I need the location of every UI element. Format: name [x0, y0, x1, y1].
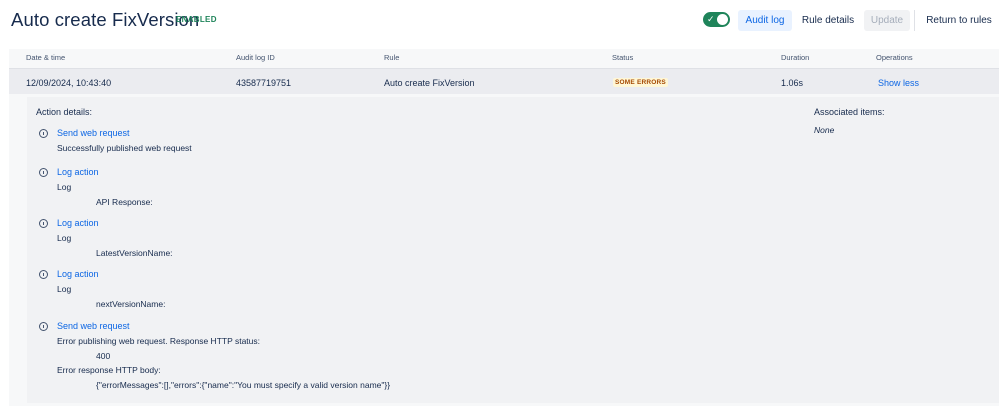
entry-line: API Response: [96, 197, 153, 207]
info-icon [39, 129, 48, 138]
row-date: 12/09/2024, 10:43:40 [26, 78, 112, 88]
toggle-knob [717, 14, 728, 25]
entry-line: 400 [96, 351, 111, 361]
entry-line: Log [57, 284, 72, 294]
column-header-operations: Operations [876, 53, 913, 62]
info-icon [39, 219, 48, 228]
table-row[interactable]: 12/09/2024, 10:43:40 43587719751 Auto cr… [9, 68, 999, 94]
entry-title[interactable]: Log action [57, 167, 99, 177]
entry-title[interactable]: Send web request [57, 128, 130, 138]
check-icon: ✓ [707, 14, 715, 24]
column-header-rule: Rule [384, 53, 400, 62]
rule-details-button[interactable]: Rule details [797, 10, 859, 31]
entry-title[interactable]: Send web request [57, 321, 130, 331]
entry-line: nextVersionName: [96, 299, 166, 309]
row-audit-id: 43587719751 [236, 78, 292, 88]
enabled-badge: ENABLED [176, 15, 217, 24]
column-header-date: Date & time [26, 53, 66, 62]
show-less-link[interactable]: Show less [878, 78, 919, 88]
action-details-panel: Action details: Associated items: None S… [27, 97, 999, 403]
entry-line: Error response HTTP body: [57, 365, 161, 375]
associated-items-value: None [814, 125, 835, 135]
entry-line: Successfully published web request [57, 143, 192, 153]
entry-line: {"errorMessages":[],"errors":{"name":"Yo… [96, 380, 391, 390]
info-icon [39, 168, 48, 177]
info-icon [39, 322, 48, 331]
entry-line: LatestVersionName: [96, 248, 173, 258]
update-button[interactable]: Update [864, 10, 910, 31]
entry-title[interactable]: Log action [57, 218, 99, 228]
return-to-rules-button[interactable]: Return to rules [921, 10, 997, 31]
page-header: Auto create FixVersion ENABLED ✓ Audit l… [0, 0, 999, 44]
row-rule: Auto create FixVersion [384, 78, 475, 88]
row-duration: 1.06s [781, 78, 804, 88]
column-header-status: Status [612, 53, 634, 62]
header-divider [914, 10, 915, 31]
audit-log-button[interactable]: Audit log [738, 10, 792, 31]
entry-line: Error publishing web request. Response H… [57, 336, 260, 346]
associated-items-label: Associated items: [814, 107, 885, 117]
action-details-label: Action details: [36, 107, 93, 117]
entry-title[interactable]: Log action [57, 269, 99, 279]
column-header-audit-id: Audit log ID [236, 53, 275, 62]
info-icon [39, 270, 48, 279]
enable-toggle[interactable]: ✓ [703, 12, 730, 27]
page-title: Auto create FixVersion [11, 9, 200, 30]
entry-line: Log [57, 233, 72, 243]
column-header-duration: Duration [781, 53, 810, 62]
entry-line: Log [57, 182, 72, 192]
status-badge: SOME ERRORS [613, 78, 668, 87]
